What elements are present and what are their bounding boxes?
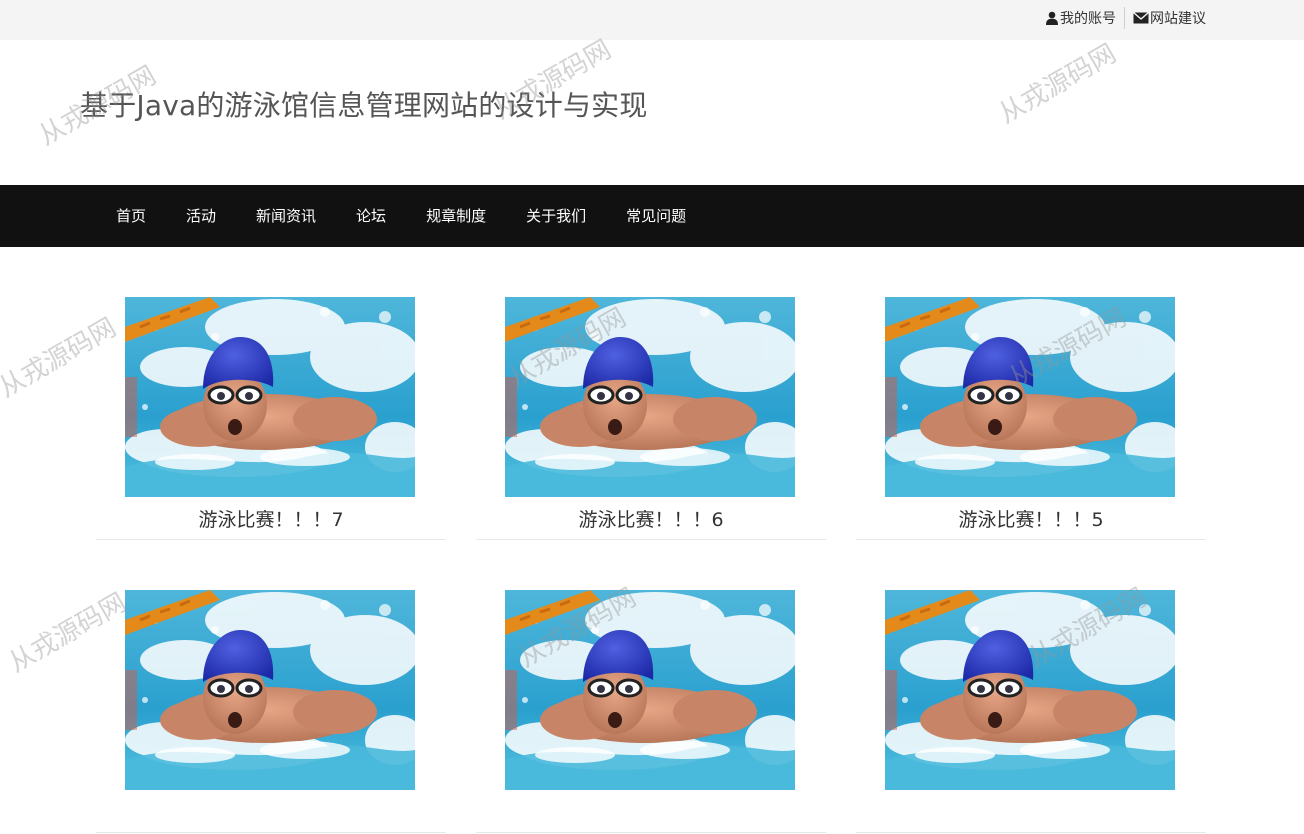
watermark-text: 从戎源码网 bbox=[993, 38, 1122, 130]
envelope-icon bbox=[1133, 11, 1149, 24]
nav-item[interactable]: 关于我们 bbox=[506, 185, 606, 247]
activity-card[interactable]: 游泳比赛！！！7 bbox=[96, 297, 446, 541]
activity-card[interactable]: 游泳比赛！！！6 bbox=[476, 297, 826, 541]
nav-item[interactable]: 常见问题 bbox=[606, 185, 706, 247]
card-divider bbox=[856, 539, 1206, 540]
activity-image[interactable] bbox=[885, 590, 1175, 790]
nav-item[interactable]: 新闻资讯 bbox=[236, 185, 336, 247]
topbar-divider bbox=[1124, 7, 1125, 29]
card-divider bbox=[856, 832, 1206, 833]
activity-image[interactable] bbox=[885, 297, 1175, 497]
activity-card[interactable] bbox=[96, 590, 446, 834]
activity-image[interactable] bbox=[505, 590, 795, 790]
top-utility-bar: 我的账号 网站建议 bbox=[0, 0, 1304, 40]
nav-item[interactable]: 首页 bbox=[96, 185, 166, 247]
card-divider bbox=[476, 832, 826, 833]
my-account-label: 我的账号 bbox=[1060, 11, 1116, 27]
activity-image[interactable] bbox=[125, 297, 415, 497]
activity-title[interactable]: 游泳比赛！！！5 bbox=[856, 505, 1206, 532]
site-feedback-label: 网站建议 bbox=[1150, 11, 1206, 27]
nav-item[interactable]: 论坛 bbox=[336, 185, 406, 247]
site-feedback-link[interactable]: 网站建议 bbox=[1127, 8, 1212, 28]
site-title: 基于Java的游泳馆信息管理网站的设计与实现 bbox=[80, 89, 648, 122]
card-divider bbox=[96, 832, 446, 833]
user-icon bbox=[1046, 11, 1058, 25]
activity-card[interactable] bbox=[476, 590, 826, 834]
activity-image[interactable] bbox=[125, 590, 415, 790]
activity-card[interactable]: 游泳比赛！！！5 bbox=[856, 297, 1206, 541]
activity-image[interactable] bbox=[505, 297, 795, 497]
nav-item[interactable]: 规章制度 bbox=[406, 185, 506, 247]
nav-list: 首页 活动 新闻资讯 论坛 规章制度 关于我们 常见问题 bbox=[96, 185, 706, 247]
my-account-link[interactable]: 我的账号 bbox=[1039, 8, 1122, 28]
activity-card[interactable] bbox=[856, 590, 1206, 834]
top-links: 我的账号 网站建议 bbox=[1039, 0, 1212, 36]
activity-title[interactable]: 游泳比赛！！！6 bbox=[476, 505, 826, 532]
main-navigation: 首页 活动 新闻资讯 论坛 规章制度 关于我们 常见问题 bbox=[0, 185, 1304, 247]
activity-title[interactable]: 游泳比赛！！！7 bbox=[96, 505, 446, 532]
card-divider bbox=[476, 539, 826, 540]
card-divider bbox=[96, 539, 446, 540]
nav-item[interactable]: 活动 bbox=[166, 185, 236, 247]
